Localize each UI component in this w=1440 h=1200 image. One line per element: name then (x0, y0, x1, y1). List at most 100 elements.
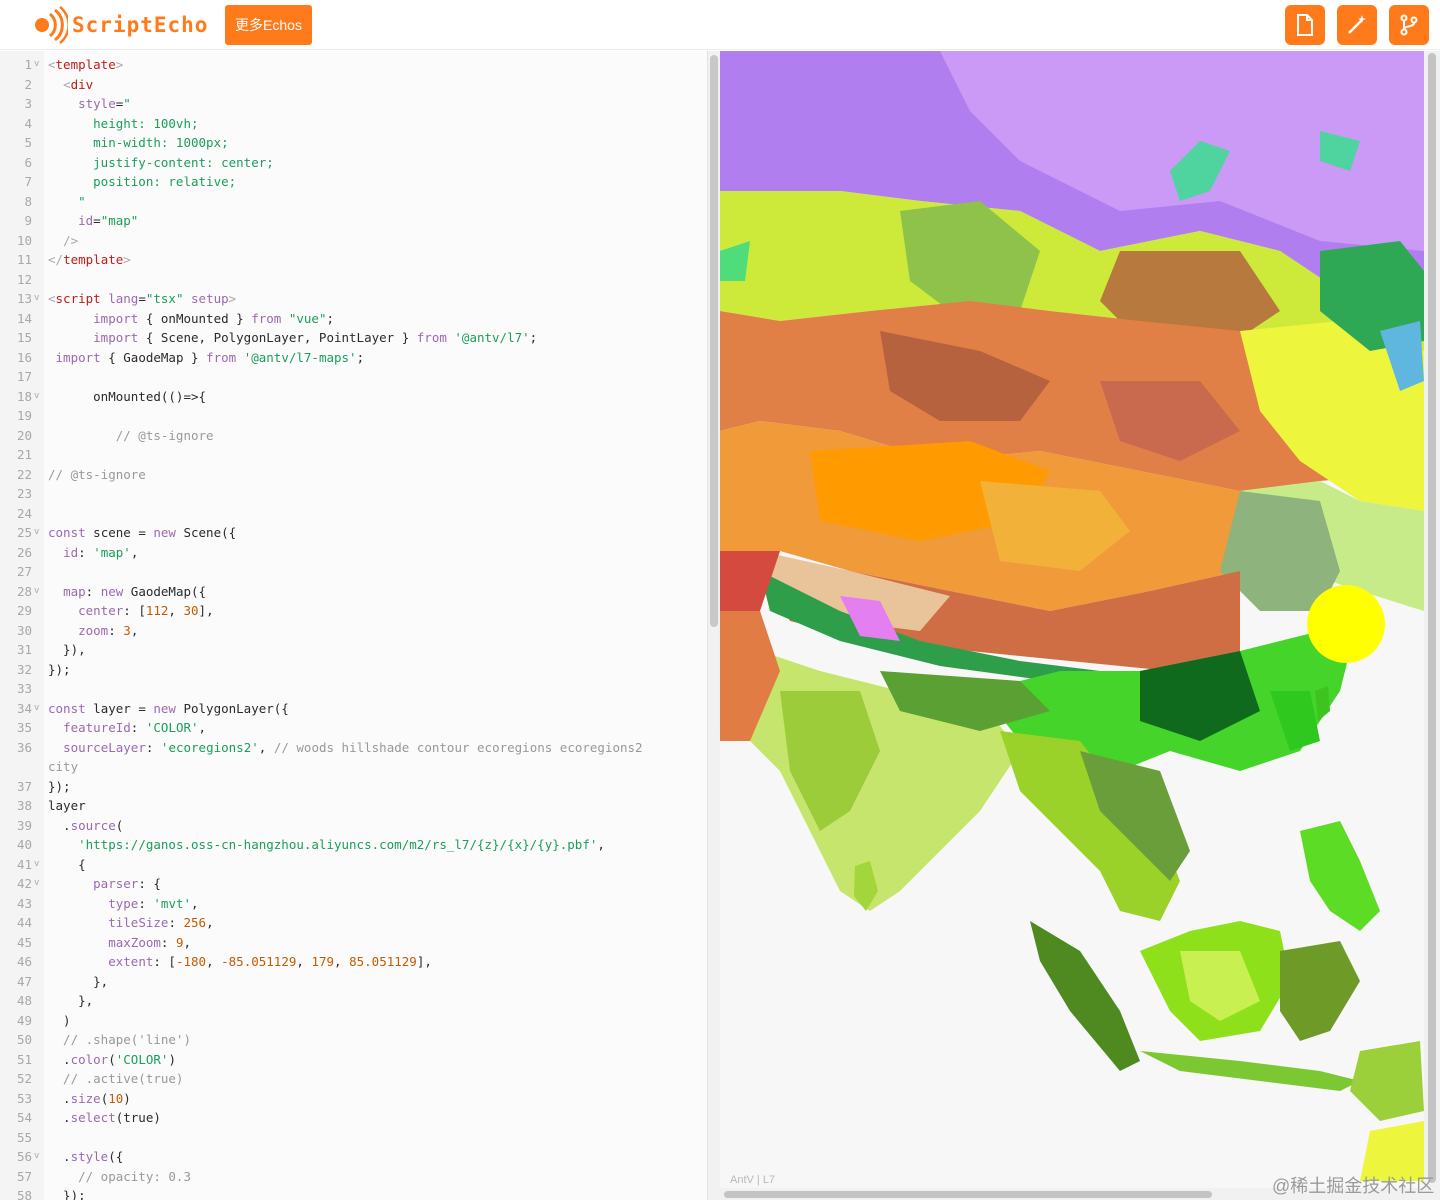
fold-chevron-icon[interactable]: v (34, 1147, 39, 1167)
code-line[interactable]: 42 v parser: { (0, 874, 707, 894)
code-line[interactable]: 26 id: 'map', (0, 543, 707, 563)
fold-chevron-icon[interactable]: v (34, 874, 39, 894)
fold-chevron-icon[interactable]: v (34, 387, 39, 407)
code-line[interactable]: 52 // .active(true) (0, 1069, 707, 1089)
code-text: </template> (48, 252, 131, 267)
code-line[interactable]: 28 v map: new GaodeMap({ (0, 582, 707, 602)
code-line[interactable]: 51 .color('COLOR') (0, 1050, 707, 1070)
more-echos-button[interactable]: 更多Echos (225, 5, 312, 45)
fold-chevron-icon[interactable]: v (34, 855, 39, 875)
code-line[interactable]: 29 center: [112, 30], (0, 601, 707, 621)
code-line[interactable]: 33 (0, 679, 707, 699)
code-line[interactable]: 38 layer (0, 796, 707, 816)
line-number: 29 (16, 603, 32, 618)
code-line[interactable]: 13 v <script lang="tsx" setup> (0, 289, 707, 309)
new-file-button[interactable] (1285, 5, 1325, 45)
code-text: import { onMounted } from "vue"; (93, 310, 335, 326)
fold-chevron-icon[interactable]: v (34, 582, 39, 602)
code-line[interactable]: 11 </template> (0, 250, 707, 270)
code-line[interactable]: 6 justify-content: center; (0, 153, 707, 173)
code-line[interactable]: 12 (0, 270, 707, 290)
code-line[interactable]: 30 zoom: 3, (0, 621, 707, 641)
code-line[interactable]: 25 v const scene = new Scene({ (0, 523, 707, 543)
code-line[interactable]: 50 // .shape('line') (0, 1030, 707, 1050)
editor-scrollbar[interactable] (707, 51, 720, 1200)
code-line[interactable]: 5 min-width: 1000px; (0, 133, 707, 153)
map-attribution[interactable]: AntV | L7 (730, 1174, 775, 1186)
code-line[interactable]: 18 v onMounted(()=>{ (0, 387, 707, 407)
code-text: const layer = new PolygonLayer({ (48, 700, 289, 716)
magic-button[interactable] (1337, 5, 1377, 45)
code-line[interactable]: 27 (0, 562, 707, 582)
line-number: 36 (16, 739, 32, 755)
branch-button[interactable] (1389, 5, 1429, 45)
code-line[interactable]: 9 id="map" (0, 211, 707, 231)
code-line[interactable]: 56 v .style({ (0, 1147, 707, 1167)
code-line[interactable]: 20 // @ts-ignore (0, 426, 707, 446)
code-line[interactable]: 7 position: relative; (0, 172, 707, 192)
code-line[interactable]: 17 (0, 367, 707, 387)
code-line[interactable]: 16 import { GaodeMap } from '@antv/l7-ma… (0, 348, 707, 368)
code-line[interactable]: 31 }), (0, 640, 707, 660)
code-line[interactable]: 21 (0, 445, 707, 465)
code-line[interactable]: 32}); (0, 660, 707, 680)
code-line[interactable]: 2 <div (0, 75, 707, 95)
code-line[interactable]: 49 ) (0, 1011, 707, 1031)
code-text: .source( (48, 817, 124, 833)
code-line[interactable]: 57 // opacity: 0.3 (0, 1167, 707, 1187)
code-line[interactable]: 10 /> (0, 231, 707, 251)
code-line[interactable]: 46 extent: [-180, -85.051129, 179, 85.05… (0, 952, 707, 972)
map-scrollbar-vertical[interactable] (1424, 51, 1440, 1200)
line-number: 16 (16, 349, 32, 365)
code-line[interactable]: 34 v const layer = new PolygonLayer({ (0, 699, 707, 719)
fold-chevron-icon[interactable]: v (34, 523, 39, 543)
code-line[interactable]: city (0, 757, 707, 777)
ecoregion-map[interactable] (720, 51, 1424, 1188)
code-line[interactable]: 40 'https://ganos.oss-cn-hangzhou.aliyun… (0, 835, 707, 855)
code-text: onMounted(()=>{ (48, 388, 207, 404)
code-line[interactable]: 19 (0, 406, 707, 426)
code-text: }), (48, 642, 86, 657)
line-number: 30 (16, 622, 32, 638)
code-line[interactable]: 53 .size(10) (0, 1089, 707, 1109)
editor-scroll-thumb[interactable] (710, 55, 718, 627)
map-scroll-thumb-vertical[interactable] (1428, 53, 1436, 1183)
code-line[interactable]: 48 }, (0, 991, 707, 1011)
fold-chevron-icon[interactable]: v (34, 55, 39, 75)
line-number: 45 (16, 934, 32, 950)
map-scroll-thumb-horizontal[interactable] (724, 1191, 1212, 1198)
code-text: style=" (78, 96, 131, 111)
code-line[interactable]: 41 v { (0, 855, 707, 875)
line-number: 43 (16, 895, 32, 911)
code-line[interactable]: 15 import { Scene, PolygonLayer, PointLa… (0, 328, 707, 348)
map-preview[interactable] (720, 51, 1440, 1200)
code-line[interactable]: 22 // @ts-ignore (0, 465, 707, 485)
code-text: featureId: 'COLOR', (63, 720, 207, 735)
line-number: 52 (16, 1071, 32, 1086)
fold-chevron-icon[interactable]: v (34, 289, 39, 309)
logo[interactable]: ScriptEcho (28, 6, 208, 44)
code-line[interactable]: 54 .select(true) (0, 1108, 707, 1128)
code-line[interactable]: 55 (0, 1128, 707, 1148)
code-line[interactable]: 43 type: 'mvt', (0, 894, 707, 914)
code-line[interactable]: 58 }); (0, 1186, 707, 1200)
code-line[interactable]: 24 (0, 504, 707, 524)
git-branch-icon (1400, 14, 1418, 36)
code-line[interactable]: 45 maxZoom: 9, (0, 933, 707, 953)
code-line[interactable]: 39 .source( (0, 816, 707, 836)
code-line[interactable]: 37}); (0, 777, 707, 797)
fold-chevron-icon[interactable]: v (34, 699, 39, 719)
code-line[interactable]: 44 tileSize: 256, (0, 913, 707, 933)
code-editor[interactable]: 1 v <template> 2 <div 3 style=" 4 height: 100… (0, 51, 707, 1200)
code-line[interactable]: 47 }, (0, 972, 707, 992)
code-line[interactable]: 23 (0, 484, 707, 504)
code-line[interactable]: 1 v <template> (0, 55, 707, 75)
map-marker[interactable] (1307, 585, 1385, 663)
code-line[interactable]: 3 style=" (0, 94, 707, 114)
code-line[interactable]: 8 " (0, 192, 707, 212)
code-text: }, (48, 973, 109, 989)
code-line[interactable]: 4 height: 100vh; (0, 114, 707, 134)
code-line[interactable]: 36 sourceLayer: 'ecoregions2', // woods … (0, 738, 707, 758)
code-line[interactable]: 14 import { onMounted } from "vue"; (0, 309, 707, 329)
code-line[interactable]: 35 featureId: 'COLOR', (0, 718, 707, 738)
